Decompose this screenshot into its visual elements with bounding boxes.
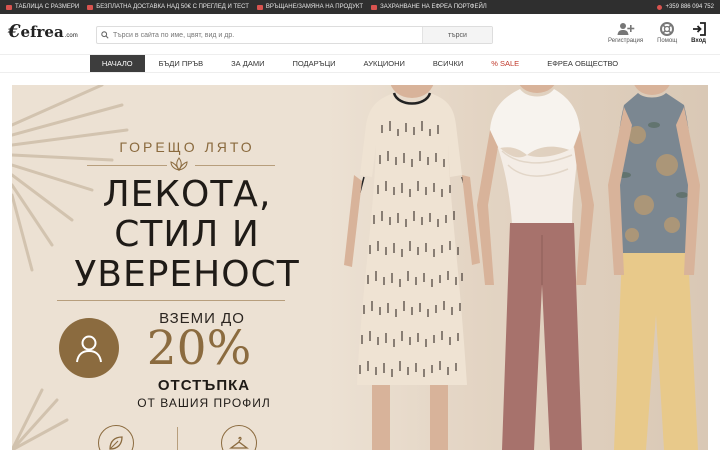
- lifebuoy-icon: [660, 22, 675, 36]
- divider-line: [87, 165, 167, 166]
- sign-in-icon: [692, 22, 706, 36]
- user-plus-icon: [617, 23, 634, 35]
- nav-item-be-first[interactable]: БЪДИ ПРЪВ: [145, 55, 218, 72]
- model-floral-top: [608, 85, 700, 450]
- divider-line: [195, 165, 275, 166]
- model-white-top: [477, 85, 594, 450]
- main-nav: НАЧАЛО БЪДИ ПРЪВ ЗА ДАМИ ПОДАРЪЦИ АУКЦИО…: [0, 54, 720, 73]
- nav-item-home[interactable]: НАЧАЛО: [89, 55, 145, 72]
- phone-link[interactable]: +359 886 094 752: [657, 4, 714, 10]
- nav-item-community[interactable]: ЕФРЕА ОБЩЕСТВО: [533, 55, 632, 72]
- search-icon: [97, 27, 113, 43]
- hanger-icon: [221, 425, 257, 450]
- help-button[interactable]: Помощ: [657, 22, 677, 44]
- site-header: € efrea .com търси Регистрация Помощ Вхо…: [0, 14, 720, 54]
- model-patterned-dress: [344, 85, 480, 450]
- headline-line: СТИЛ И: [114, 214, 260, 255]
- profile-avatar-icon: [59, 318, 119, 378]
- search-button[interactable]: търси: [422, 27, 492, 43]
- hero-kicker: ГОРЕЩО ЛЯТО: [119, 139, 255, 155]
- ruler-icon: [6, 4, 12, 10]
- header-actions: Регистрация Помощ Вход: [608, 22, 706, 44]
- nav-item-gifts[interactable]: ПОДАРЪЦИ: [279, 55, 350, 72]
- nav-item-auctions[interactable]: АУКЦИОНИ: [350, 55, 419, 72]
- help-label: Помощ: [657, 38, 678, 44]
- promo-size-table[interactable]: ТАБЛИЦА С РАЗМЕРИ: [6, 4, 79, 10]
- return-icon: [256, 4, 263, 10]
- register-button[interactable]: Регистрация: [608, 22, 643, 44]
- leaf-icon: [98, 425, 134, 450]
- hero-discount-percent: 20%: [146, 321, 252, 376]
- site-logo[interactable]: € efrea .com: [8, 23, 78, 41]
- hero-headline: ЛЕКОТА, СТИЛ И УВЕРЕНОСТ: [52, 175, 322, 295]
- login-button[interactable]: Вход: [691, 22, 706, 44]
- hero-profile-text: ОТ ВАШИЯ ПРОФИЛ: [137, 396, 271, 410]
- register-label: Регистрация: [608, 38, 644, 44]
- lotus-icon: [170, 157, 188, 171]
- promo-label: БЕЗПЛАТНА ДОСТАВКА НАД 50€ С ПРЕГЛЕД И Т…: [96, 4, 249, 10]
- headline-line: ЛЕКОТА,: [102, 174, 272, 215]
- phone-icon: [657, 4, 663, 10]
- promo-label: ЗАХРАНВАНЕ НА ЕФРЕА ПОРТФЕЙЛ: [380, 4, 487, 10]
- fashion-models-image: [344, 85, 700, 450]
- logo-domain: .com: [64, 33, 78, 39]
- login-label: Вход: [691, 38, 706, 44]
- search-input[interactable]: [113, 28, 422, 42]
- logo-word: efrea: [20, 23, 64, 41]
- wallet-icon: [371, 4, 378, 10]
- phone-number: +359 886 094 752: [665, 4, 714, 10]
- nav-item-women[interactable]: ЗА ДАМИ: [217, 55, 278, 72]
- headline-line: УВЕРЕНОСТ: [74, 254, 300, 295]
- promo-wallet[interactable]: ЗАХРАНВАНЕ НА ЕФРЕА ПОРТФЕЙЛ: [371, 4, 487, 10]
- logo-mark: €: [8, 21, 21, 42]
- hero-offer-text: ОТСТЪПКА: [157, 377, 251, 394]
- search-bar: търси: [96, 26, 493, 44]
- promo-label: ВРЪЩАНЕ/ЗАМЯНА НА ПРОДУКТ: [265, 4, 364, 10]
- promo-free-delivery[interactable]: БЕЗПЛАТНА ДОСТАВКА НАД 50€ С ПРЕГЛЕД И Т…: [87, 4, 249, 10]
- hero-banner[interactable]: ГОРЕЩО ЛЯТО ЛЕКОТА, СТИЛ И УВЕРЕНОСТ ВЗЕ…: [12, 85, 708, 450]
- promo-label: ТАБЛИЦА С РАЗМЕРИ: [15, 4, 80, 10]
- nav-item-sale[interactable]: % SALE: [477, 55, 533, 72]
- palm-leaf-decoration-bottom: [12, 388, 69, 450]
- divider-line: [57, 300, 285, 301]
- nav-item-all[interactable]: ВСИЧКИ: [419, 55, 477, 72]
- promo-returns[interactable]: ВРЪЩАНЕ/ЗАМЯНА НА ПРОДУКТ: [256, 4, 364, 10]
- truck-icon: [87, 4, 94, 10]
- top-promo-bar: ТАБЛИЦА С РАЗМЕРИ БЕЗПЛАТНА ДОСТАВКА НАД…: [0, 0, 720, 14]
